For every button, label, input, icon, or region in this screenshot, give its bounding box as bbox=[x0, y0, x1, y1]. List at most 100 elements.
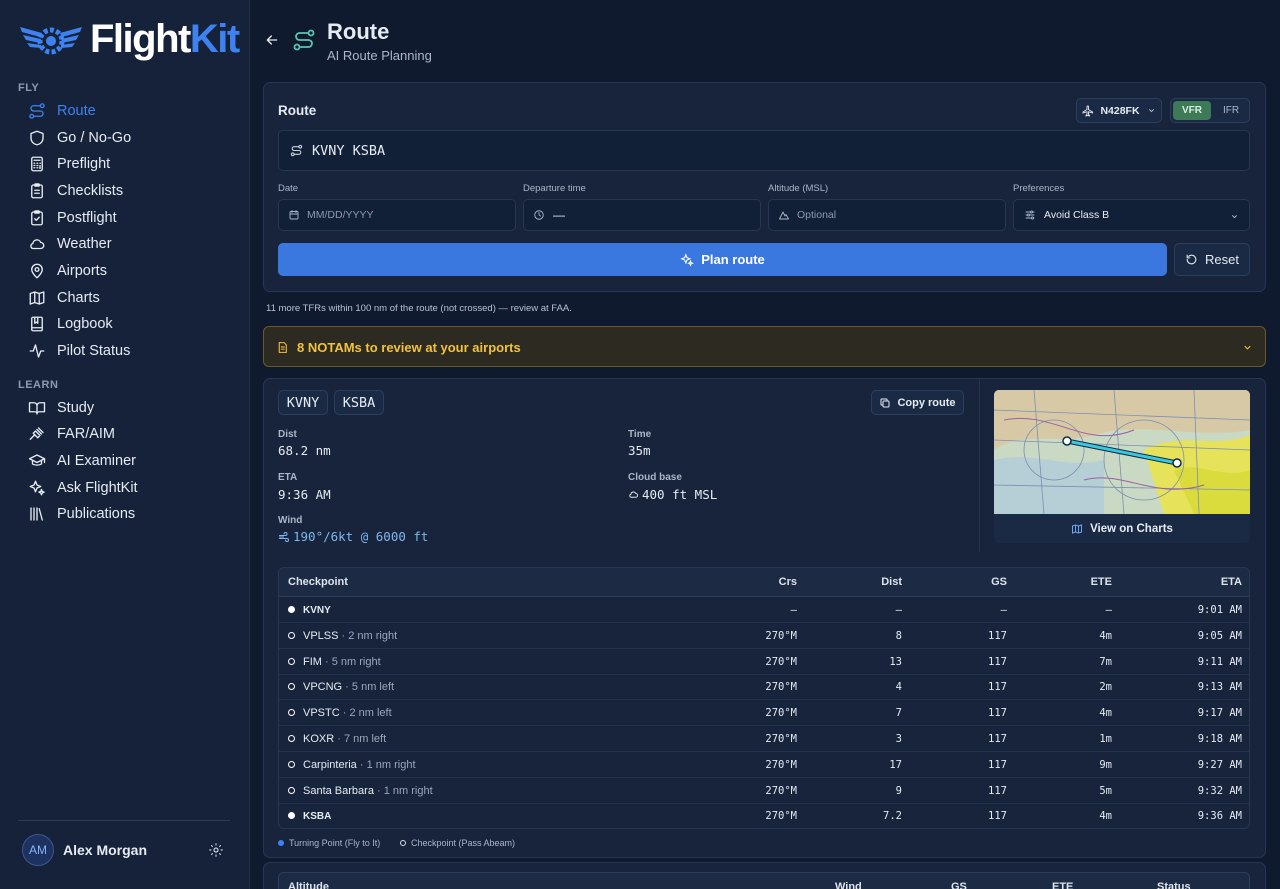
cell-dist: 4 bbox=[895, 681, 902, 694]
col-ete: ETE bbox=[1052, 881, 1074, 889]
cell-dist: 8 bbox=[895, 629, 902, 642]
gear-icon[interactable] bbox=[208, 842, 224, 858]
sidebar-item-pilot-status[interactable]: Pilot Status bbox=[28, 339, 130, 363]
col-wind: Wind bbox=[835, 881, 862, 889]
departure-time-field[interactable]: — bbox=[523, 199, 761, 231]
ifr-option[interactable]: IFR bbox=[1213, 101, 1249, 120]
date-field[interactable]: MM/DD/YYYY bbox=[278, 199, 516, 231]
cloud-icon bbox=[30, 239, 45, 250]
sidebar-item-publications[interactable]: Publications bbox=[28, 502, 135, 526]
cell-crs: 270°M bbox=[765, 629, 797, 642]
sidebar-item-logbook[interactable]: Logbook bbox=[28, 312, 113, 336]
col-checkpoint: Checkpoint bbox=[288, 576, 348, 588]
dist-label: Dist bbox=[278, 429, 297, 440]
altitude-label: Altitude (MSL) bbox=[768, 183, 829, 194]
turning-point-dot bbox=[288, 812, 295, 820]
altitude-table-header: Altitude Wind GS ETE Status bbox=[278, 872, 1250, 889]
checkpoint-dot bbox=[288, 760, 295, 768]
cell-ete: 9m bbox=[1099, 758, 1112, 771]
brand-name: FlightKit bbox=[90, 16, 240, 61]
checkpoint-name: FIM · 5 nm right bbox=[303, 655, 381, 668]
cell-ete: 4m bbox=[1099, 629, 1112, 642]
open-book-icon bbox=[28, 402, 46, 415]
eta-label: ETA bbox=[278, 472, 298, 483]
cell-dist: 7.2 bbox=[883, 810, 902, 823]
route-input[interactable]: KVNY KSBA bbox=[278, 130, 1250, 171]
time-value: 35m bbox=[628, 443, 651, 458]
sidebar-item-go-no-go[interactable]: Go / No-Go bbox=[28, 126, 131, 150]
wind-value: 190°/6kt @ 6000 ft bbox=[293, 529, 429, 544]
checkpoint-name: KOXR · 7 nm left bbox=[303, 733, 387, 745]
time-label: Time bbox=[628, 429, 652, 440]
turning-point-dot bbox=[288, 606, 295, 613]
checkpoint-name: KVNY bbox=[303, 605, 331, 616]
sidebar-item-ai-examiner[interactable]: AI Examiner bbox=[28, 449, 136, 473]
sidebar-item-checklists[interactable]: Checklists bbox=[28, 179, 123, 203]
sidebar-item-ask-flightkit[interactable]: Ask FlightKit bbox=[28, 476, 138, 500]
sidebar-item-postflight[interactable]: Postflight bbox=[28, 206, 117, 230]
checkpoint-name: VPSTC · 2 nm left bbox=[303, 707, 392, 720]
sidebar-item-route[interactable]: Route bbox=[28, 99, 96, 123]
table-row: VPCNG · 5 nm left 270°M 4 117 2m 9:13 AM bbox=[279, 674, 1249, 701]
sidebar-item-preflight[interactable]: Preflight bbox=[28, 152, 110, 176]
sidebar-item-weather[interactable]: Weather bbox=[28, 232, 112, 256]
sidebar-item-far-aim[interactable]: FAR/AIM bbox=[28, 422, 115, 446]
document-icon bbox=[278, 342, 287, 353]
user-profile[interactable]: AM Alex Morgan bbox=[22, 834, 230, 866]
preferences-select[interactable]: Avoid Class B bbox=[1013, 199, 1250, 231]
calculator-icon bbox=[31, 156, 43, 172]
page-subtitle: AI Route Planning bbox=[327, 48, 432, 63]
reset-button[interactable]: Reset bbox=[1174, 243, 1250, 276]
cell-dist: — bbox=[895, 604, 902, 616]
cell-dist: 7 bbox=[895, 707, 902, 720]
col-eta: ETA bbox=[1220, 576, 1242, 588]
destination-airport-chip: KSBA bbox=[334, 390, 384, 415]
view-on-charts-button[interactable]: View on Charts bbox=[994, 514, 1250, 543]
table-row: FIM · 5 nm right 270°M 13 117 7m 9:11 AM bbox=[279, 649, 1249, 675]
flight-rules-toggle: VFR IFR bbox=[1170, 98, 1250, 123]
cell-ete: 1m bbox=[1099, 733, 1112, 745]
cloud-base: 400 ft MSL bbox=[628, 487, 717, 502]
col-ete: ETE bbox=[1090, 576, 1112, 588]
copy-route-button[interactable]: Copy route bbox=[871, 390, 964, 415]
route-icon bbox=[29, 103, 45, 119]
altitude-placeholder: Optional bbox=[797, 209, 837, 221]
reset-label: Reset bbox=[1205, 252, 1239, 267]
turning-point-dot bbox=[278, 840, 284, 846]
plan-route-button[interactable]: Plan route bbox=[278, 243, 1167, 276]
checkpoint-dot bbox=[288, 683, 295, 691]
departure-time-label: Departure time bbox=[523, 183, 586, 194]
copy-icon bbox=[880, 398, 890, 407]
checkpoint-name: Carpinteria · 1 nm right bbox=[303, 758, 416, 771]
notam-banner[interactable]: 8 NOTAMs to review at your airports bbox=[263, 326, 1266, 367]
cell-crs: 270°M bbox=[765, 733, 797, 745]
clipboard-check-icon bbox=[31, 210, 43, 226]
cell-eta: 9:32 AM bbox=[1197, 784, 1242, 797]
aircraft-selector[interactable]: N428FK bbox=[1076, 98, 1162, 123]
sidebar-item-study[interactable]: Study bbox=[28, 396, 94, 420]
cloud-base-label: Cloud base bbox=[628, 472, 682, 483]
back-arrow-icon[interactable] bbox=[264, 32, 280, 48]
map-icon bbox=[1072, 523, 1083, 534]
col-gs: GS bbox=[991, 576, 1007, 588]
cell-ete: 7m bbox=[1099, 655, 1112, 668]
map-pin-icon bbox=[31, 263, 43, 279]
table-row: Carpinteria · 1 nm right 270°M 17 117 9m 9:27… bbox=[279, 752, 1249, 778]
altitude-field[interactable]: Optional bbox=[768, 199, 1006, 231]
activity-icon bbox=[29, 344, 45, 358]
cloud-icon bbox=[629, 491, 639, 498]
cell-eta: 9:13 AM bbox=[1197, 681, 1242, 694]
sidebar-item-charts[interactable]: Charts bbox=[28, 286, 100, 310]
cell-ete: 2m bbox=[1099, 681, 1112, 694]
sidebar-item-airports[interactable]: Airports bbox=[28, 259, 107, 283]
map-icon bbox=[29, 291, 45, 305]
brand-logo[interactable]: FlightKit bbox=[18, 14, 240, 64]
sparkles-icon bbox=[680, 252, 695, 267]
route-map-preview[interactable]: View on Charts bbox=[994, 390, 1250, 543]
vfr-option[interactable]: VFR bbox=[1173, 101, 1211, 120]
table-row: KOXR · 7 nm left 270°M 3 117 1m 9:18 AM bbox=[279, 726, 1249, 752]
date-placeholder: MM/DD/YYYY bbox=[307, 209, 374, 221]
eta-value: 9:36 AM bbox=[278, 487, 331, 502]
chevron-down-icon bbox=[1231, 215, 1238, 219]
date-label: Date bbox=[278, 183, 299, 194]
